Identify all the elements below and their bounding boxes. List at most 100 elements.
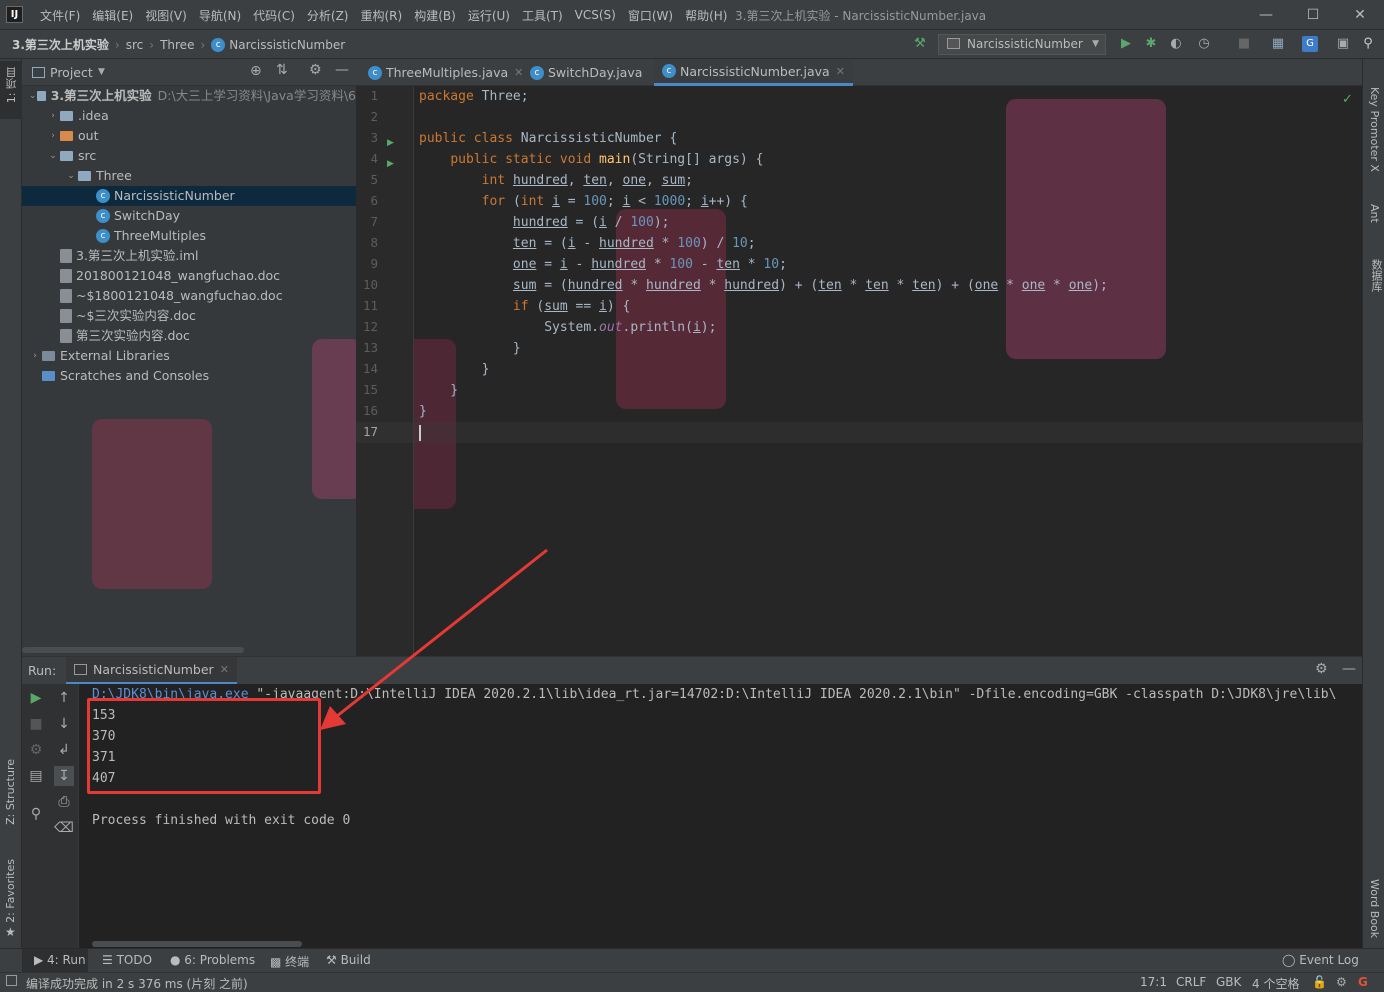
favorites-tool-tab[interactable]: 2: Favorites (4, 859, 17, 923)
tab-three-multiples[interactable]: c ThreeMultiples.java ✕ (360, 59, 531, 86)
gear-icon[interactable]: ⚙ (1315, 661, 1328, 677)
google-icon[interactable]: G (1358, 975, 1368, 989)
expand-chevron-icon[interactable]: › (46, 106, 60, 126)
project-tool-tab[interactable]: 1: 项目 (4, 67, 20, 103)
tree-item-label: NarcissisticNumber (114, 188, 235, 203)
chevron-down-icon[interactable]: ▼ (98, 67, 105, 77)
database-tab[interactable]: 数据库 (1368, 259, 1384, 292)
menu-file[interactable]: 文件(F) (34, 7, 86, 24)
menu-edit[interactable]: 编辑(E) (86, 7, 139, 24)
run-icon[interactable]: ▶ (1118, 36, 1134, 52)
tree-item[interactable]: c NarcissisticNumber (22, 186, 356, 206)
project-structure-icon[interactable]: ▦ (1270, 36, 1286, 52)
menu-build[interactable]: 构建(B) (408, 7, 462, 24)
menu-run[interactable]: 运行(U) (462, 7, 516, 24)
project-view-title[interactable]: Project (50, 65, 93, 80)
run-tool-tab[interactable]: ▶ 4: Run (34, 953, 86, 967)
build-hammer-icon[interactable]: ⚒ (912, 36, 928, 52)
tree-item[interactable]: c SwitchDay (22, 206, 356, 226)
horizontal-scrollbar[interactable] (92, 941, 302, 947)
breadcrumb-src[interactable]: src (126, 38, 144, 52)
tree-item[interactable]: Scratches and Consoles (22, 366, 356, 386)
breadcrumb-package[interactable]: Three (160, 38, 194, 52)
status-icon[interactable] (6, 975, 17, 986)
close-tab-icon[interactable]: ✕ (836, 65, 845, 78)
run-config-select[interactable]: NarcissisticNumber ▼ (938, 34, 1106, 55)
close-icon[interactable]: ✕ (1350, 5, 1370, 25)
hide-panel-icon[interactable]: — (335, 62, 349, 78)
indent-setting[interactable]: 4 个空格 (1252, 975, 1299, 992)
tree-item[interactable]: ⌄ 3.第三次上机实验 D:\大三上学习资料\Java学习资料\6 (22, 86, 356, 106)
tree-item[interactable]: 201800121048_wangfuchao.doc (22, 266, 356, 286)
stop-icon[interactable]: ■ (1236, 36, 1252, 52)
hide-panel-icon[interactable]: — (1342, 661, 1356, 677)
breadcrumb-project[interactable]: 3.第三次上机实验 (12, 36, 109, 53)
menu-navigate[interactable]: 导航(N) (193, 7, 247, 24)
expand-chevron-icon[interactable]: ⌄ (28, 86, 37, 106)
breadcrumb-class[interactable]: NarcissisticNumber (229, 38, 345, 52)
menu-help[interactable]: 帮助(H) (679, 7, 733, 24)
maximize-icon[interactable]: ☐ (1303, 5, 1323, 25)
todo-tool-tab[interactable]: ☰ TODO (102, 953, 152, 967)
event-log-tab[interactable]: ◯ Event Log (1282, 953, 1359, 967)
tree-item[interactable]: ~$三次实验内容.doc (22, 306, 356, 326)
tree-item[interactable]: ⌄ src (22, 146, 356, 166)
tab-switch-day[interactable]: c SwitchDay.java (522, 59, 650, 86)
line-number: 14 (362, 361, 378, 376)
horizontal-scrollbar[interactable] (22, 647, 244, 653)
inspector-icon[interactable]: ⚙ (1336, 975, 1347, 989)
tree-item[interactable]: › out (22, 126, 356, 146)
caret-position[interactable]: 17:1 (1140, 975, 1167, 989)
line-separator[interactable]: CRLF (1176, 975, 1206, 989)
minimize-icon[interactable]: — (1256, 5, 1276, 25)
tree-item[interactable]: ⌄ Three (22, 166, 356, 186)
class-icon: c (530, 65, 544, 80)
file-icon (60, 249, 72, 263)
terminal-tool-tab[interactable]: ▩ 终端 (270, 953, 309, 970)
tab-narcissistic-number[interactable]: c NarcissisticNumber.java ✕ (654, 59, 853, 86)
tree-item[interactable]: 第三次实验内容.doc (22, 326, 356, 346)
structure-tool-tab[interactable]: Z: Structure (4, 759, 17, 825)
expand-chevron-icon[interactable]: › (28, 346, 42, 366)
tree-item[interactable]: ~$1800121048_wangfuchao.doc (22, 286, 356, 306)
editor-tabs: c ThreeMultiples.java ✕ c SwitchDay.java… (356, 59, 1362, 86)
tree-item[interactable]: 3.第三次上机实验.iml (22, 246, 356, 266)
tree-item[interactable]: › External Libraries (22, 346, 356, 366)
build-tool-tab[interactable]: ⚒ Build (326, 953, 371, 967)
window-layout-icon[interactable]: ▣ (1335, 36, 1351, 52)
menu-window[interactable]: 窗口(W) (622, 7, 679, 24)
line-number: 6 (370, 193, 378, 208)
library-icon (42, 351, 55, 361)
intellij-logo-icon: IJ (6, 6, 23, 23)
locate-icon[interactable]: ⊕ (250, 63, 262, 79)
translate-icon[interactable]: G (1302, 36, 1318, 52)
problems-tool-tab[interactable]: ● 6: Problems (170, 953, 255, 967)
profile-icon[interactable]: ◷ (1196, 36, 1212, 52)
word-book-tab[interactable]: Word Book (1368, 879, 1381, 938)
tree-item-label: 3.第三次上机实验.iml (76, 248, 199, 263)
menu-analyze[interactable]: 分析(Z) (301, 7, 355, 24)
gear-icon[interactable]: ⚙ (309, 62, 322, 78)
close-tab-icon[interactable]: ✕ (220, 663, 229, 676)
expand-chevron-icon[interactable]: ⌄ (46, 146, 60, 166)
menu-tools[interactable]: 工具(T) (516, 7, 569, 24)
tree-item[interactable]: c ThreeMultiples (22, 226, 356, 246)
file-encoding[interactable]: GBK (1216, 975, 1241, 989)
menu-refactor[interactable]: 重构(R) (355, 7, 409, 24)
collapse-all-icon[interactable]: ⇅ (276, 62, 288, 78)
debug-icon[interactable]: ✱ (1143, 36, 1159, 52)
menu-view[interactable]: 视图(V) (139, 7, 193, 24)
search-icon[interactable]: ⚲ (1360, 36, 1376, 52)
run-tab[interactable]: NarcissisticNumber ✕ (66, 657, 237, 684)
tree-item[interactable]: › .idea (22, 106, 356, 126)
tab-label: ThreeMultiples.java (386, 65, 509, 80)
expand-chevron-icon[interactable]: ⌄ (64, 166, 78, 186)
coverage-icon[interactable]: ◐ (1168, 36, 1184, 52)
menu-code[interactable]: 代码(C) (247, 7, 301, 24)
run-panel-header: Run: NarcissisticNumber ✕ ⚙ — (22, 657, 1362, 684)
menu-vcs[interactable]: VCS(S) (569, 8, 622, 22)
key-promoter-tab[interactable]: Key Promoter X (1368, 87, 1381, 172)
lock-icon[interactable]: 🔓 (1312, 975, 1327, 989)
ant-tab[interactable]: Ant (1368, 204, 1381, 223)
expand-chevron-icon[interactable]: › (46, 126, 60, 146)
